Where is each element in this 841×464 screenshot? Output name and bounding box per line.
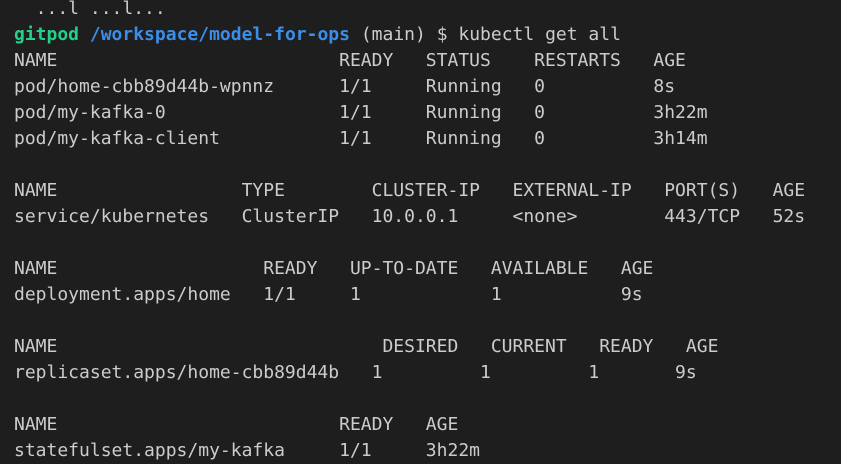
partial-top-line: ...l ...l... bbox=[14, 0, 166, 19]
output-line: pod/my-kafka-client 1/1 Running 0 3h14m bbox=[14, 128, 708, 149]
output-line: NAME TYPE CLUSTER-IP EXTERNAL-IP PORT(S)… bbox=[14, 180, 806, 201]
prompt-branch: (main) bbox=[360, 24, 426, 45]
output-line: NAME READY AGE bbox=[14, 414, 459, 435]
output-line: statefulset.apps/my-kafka 1/1 3h22m bbox=[14, 440, 480, 461]
output-line: pod/home-cbb89d44b-wpnnz 1/1 Running 0 8… bbox=[14, 76, 676, 97]
output-line: replicaset.apps/home-cbb89d44b 1 1 1 9s bbox=[14, 362, 697, 383]
output-line: NAME READY STATUS RESTARTS AGE bbox=[14, 50, 686, 71]
prompt-user: gitpod bbox=[14, 24, 80, 45]
output-line: pod/my-kafka-0 1/1 Running 0 3h22m bbox=[14, 102, 708, 123]
output-line: service/kubernetes ClusterIP 10.0.0.1 <n… bbox=[14, 206, 806, 227]
prompt-line: gitpod /workspace/model-for-ops (main) $… bbox=[14, 22, 841, 48]
terminal-output[interactable]: ...l ...l... gitpod /workspace/model-for… bbox=[14, 0, 841, 464]
prompt-symbol: $ bbox=[436, 24, 448, 45]
output-line: NAME DESIRED CURRENT READY AGE bbox=[14, 336, 719, 357]
output-line: deployment.apps/home 1/1 1 1 9s bbox=[14, 284, 643, 305]
prompt-command: kubectl get all bbox=[458, 24, 621, 45]
prompt-path: /workspace/model-for-ops bbox=[89, 24, 350, 45]
output-line: NAME READY UP-TO-DATE AVAILABLE AGE bbox=[14, 258, 654, 279]
